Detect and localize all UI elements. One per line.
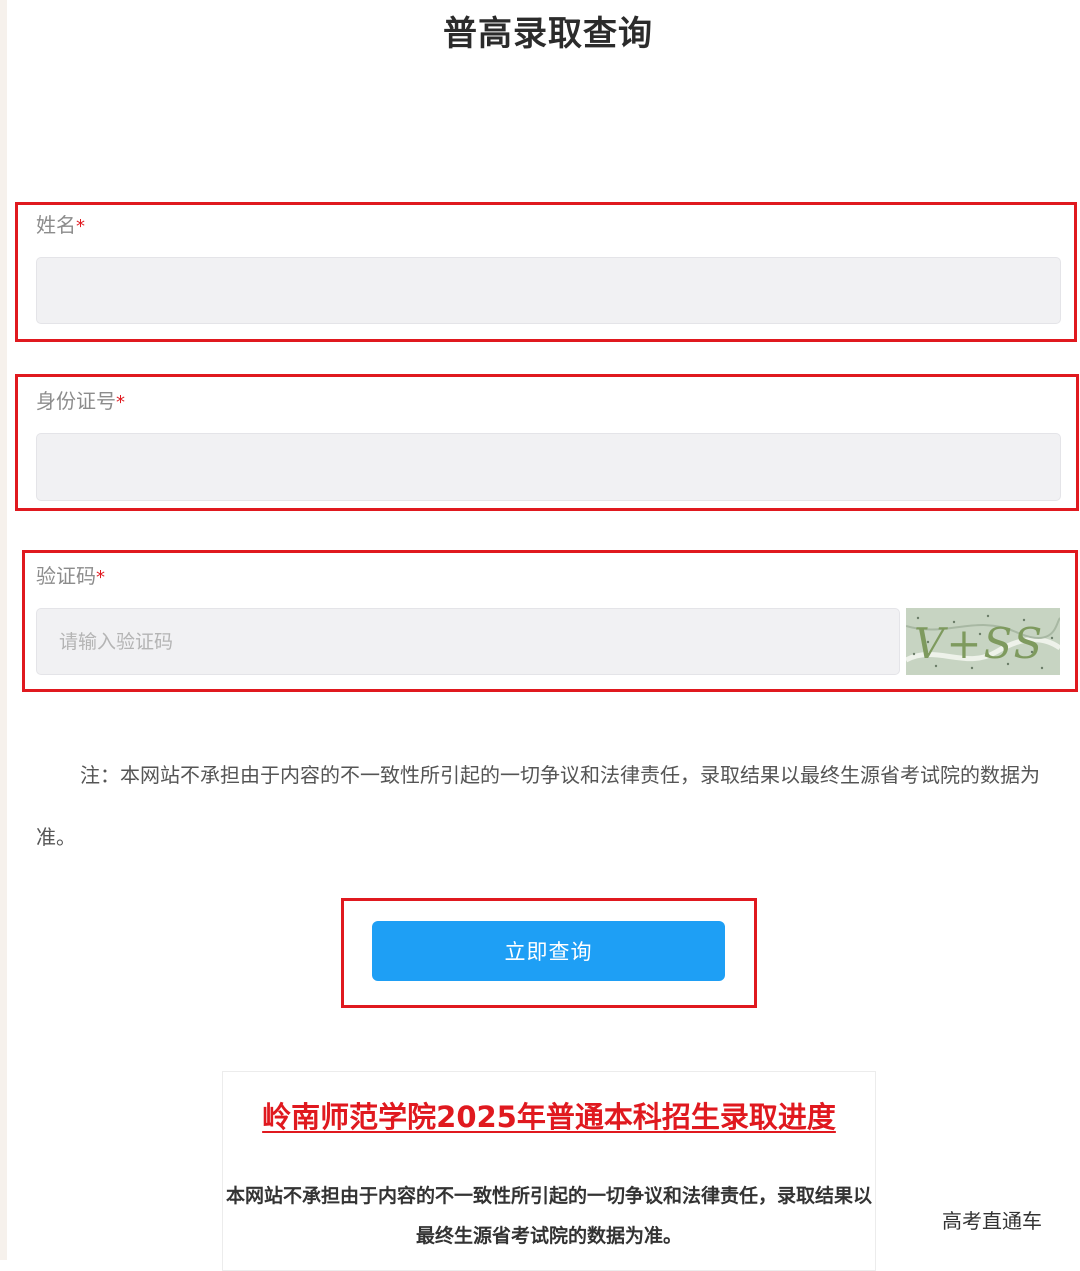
required-star: * — [116, 392, 125, 413]
id-label-text: 身份证号 — [36, 389, 116, 413]
captcha-image[interactable]: V+SS — [906, 608, 1060, 675]
id-field-label: 身份证号* — [36, 387, 125, 417]
admission-progress-link[interactable]: 岭南师范学院2025年普通本科招生录取进度 — [223, 1094, 875, 1136]
captcha-text: V+SS — [914, 619, 1044, 668]
name-field-label: 姓名* — [36, 211, 85, 241]
name-input[interactable] — [36, 257, 1061, 324]
submit-query-button[interactable]: 立即查询 — [372, 921, 725, 981]
info-card-disclaimer: 本网站不承担由于内容的不一致性所引起的一切争议和法律责任，录取结果以最终生源省考… — [225, 1185, 872, 1247]
page-title: 普高录取查询 — [443, 14, 653, 54]
captcha-input[interactable] — [36, 608, 900, 675]
captcha-field-label: 验证码* — [36, 562, 105, 592]
disclaimer-note: 注：本网站不承担由于内容的不一致性所引起的一切争议和法律责任，录取结果以最终生源… — [36, 763, 1040, 849]
page-left-edge — [0, 0, 7, 1260]
id-number-input[interactable] — [36, 433, 1061, 501]
watermark-text: 高考直通车 — [942, 1209, 1042, 1233]
captcha-label-text: 验证码 — [36, 564, 96, 588]
required-star: * — [96, 567, 105, 588]
info-card: 岭南师范学院2025年普通本科招生录取进度 本网站不承担由于内容的不一致性所引起… — [222, 1071, 876, 1271]
name-label-text: 姓名 — [36, 213, 76, 237]
required-star: * — [76, 216, 85, 237]
